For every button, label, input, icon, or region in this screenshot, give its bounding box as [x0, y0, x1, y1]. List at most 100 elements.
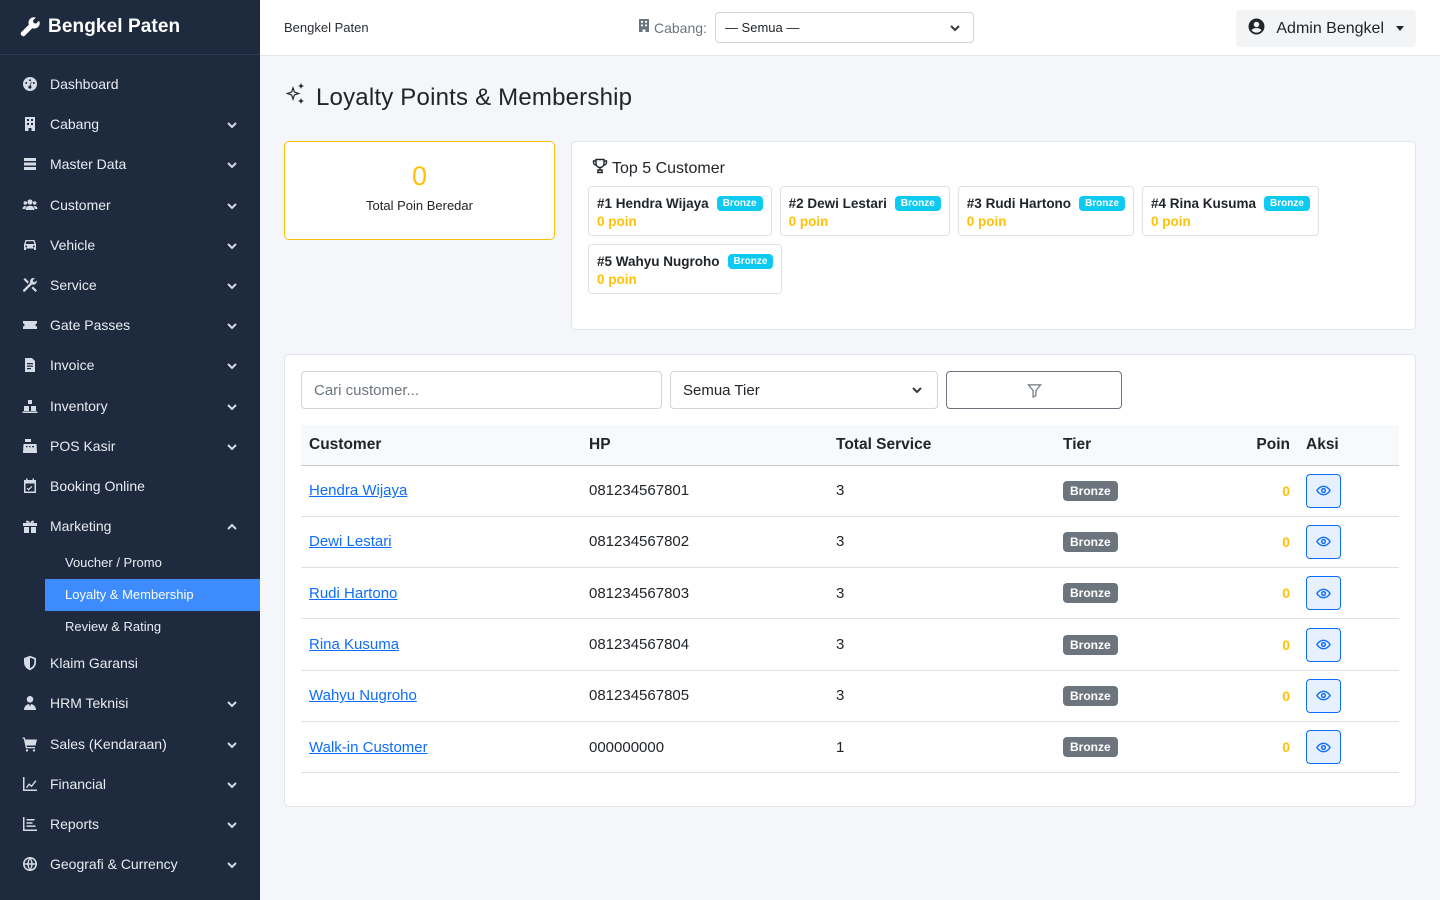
eye-icon [1316, 485, 1331, 496]
top-customers-heading: Top 5 Customer [588, 158, 1399, 179]
tier-select[interactable]: Semua Tier [670, 371, 938, 409]
cell-poin: 0 [1282, 636, 1290, 653]
sidebar-item-geografi-currency[interactable]: Geografi & Currency [0, 844, 260, 884]
tier-badge: Bronze [1063, 531, 1118, 552]
cell-poin: 0 [1282, 585, 1290, 602]
view-button[interactable] [1306, 627, 1341, 662]
cell-total-service: 3 [836, 636, 845, 654]
eye-icon [1316, 537, 1331, 547]
building-icon [22, 116, 38, 132]
sidebar-item-inventory[interactable]: Inventory [0, 386, 260, 426]
cash-register-icon [22, 438, 38, 454]
trophy-icon [592, 158, 608, 179]
top-customer-item[interactable]: #3 Rudi Hartono Bronze 0 poin [957, 186, 1134, 236]
caret-down-icon [1396, 26, 1404, 31]
calendar-icon [22, 478, 38, 494]
cell-hp: 081234567803 [589, 584, 690, 602]
sidebar-item-invoice[interactable]: Invoice [0, 345, 260, 385]
cell-total-service: 3 [836, 584, 845, 602]
car-icon [22, 237, 38, 253]
sidebar-item-customer[interactable]: Customer [0, 185, 260, 225]
customer-link[interactable]: Dewi Lestari [309, 533, 392, 550]
customer-link[interactable]: Rina Kusuma [309, 636, 399, 653]
table-row: Dewi Lestari 081234567802 3 Bronze 0 [301, 516, 1399, 568]
sidebar-item-klaim-garansi[interactable]: Klaim Garansi [0, 643, 260, 683]
customer-link[interactable]: Wahyu Nugroho [309, 687, 417, 704]
top-customer-item[interactable]: #2 Dewi Lestari Bronze 0 poin [779, 186, 950, 236]
sidebar-item-financial[interactable]: Financial [0, 764, 260, 804]
view-button[interactable] [1306, 524, 1341, 559]
search-input[interactable] [301, 371, 662, 409]
chevron-down-icon [226, 697, 238, 709]
branch-label: Cabang: [654, 19, 707, 36]
gift-icon [22, 518, 38, 534]
sidebar-item-vehicle[interactable]: Vehicle [0, 225, 260, 265]
report-icon [22, 816, 38, 832]
chevron-down-icon [226, 440, 238, 452]
chevron-down-icon [226, 199, 238, 211]
filter-button[interactable] [946, 371, 1122, 409]
filter-icon [1026, 383, 1042, 398]
eye-icon [1316, 742, 1331, 753]
chevron-down-icon [226, 738, 238, 750]
sidebar-nav: Dashboard Cabang Master Data Customer Ve… [0, 55, 260, 884]
user-circle-icon [1248, 18, 1265, 40]
top-customer-item[interactable]: #5 Wahyu Nugroho Bronze 0 poin [588, 244, 783, 294]
chevron-down-icon [226, 239, 238, 251]
customer-link[interactable]: Rudi Hartono [309, 585, 397, 602]
sidebar-item-pos-kasir[interactable]: POS Kasir [0, 426, 260, 466]
tier-badge: Bronze [1063, 583, 1118, 604]
topbar-title: Bengkel Paten [284, 20, 369, 35]
customer-link[interactable]: Hendra Wijaya [309, 482, 407, 499]
sidebar-item-cabang[interactable]: Cabang [0, 104, 260, 144]
view-button[interactable] [1306, 576, 1341, 611]
tools-icon [22, 277, 38, 293]
view-button[interactable] [1306, 473, 1341, 508]
top-customer-item[interactable]: #4 Rina Kusuma Bronze 0 poin [1141, 186, 1319, 236]
sidebar-item-service[interactable]: Service [0, 265, 260, 305]
cell-hp: 081234567802 [589, 533, 690, 551]
table-row: Rudi Hartono 081234567803 3 Bronze 0 [301, 568, 1399, 619]
shield-icon [22, 655, 38, 671]
cell-total-service: 1 [836, 738, 845, 756]
branch-select-value: — Semua — [724, 20, 800, 35]
view-button[interactable] [1306, 678, 1341, 713]
table-header-row: Customer HP Total Service Tier Poin Aksi [301, 425, 1399, 465]
top-customer-points: 0 poin [966, 214, 1007, 229]
sidebar-item-booking-online[interactable]: Booking Online [0, 466, 260, 506]
chevron-down-icon [226, 118, 238, 130]
sidebar-item-master-data[interactable]: Master Data [0, 144, 260, 184]
table-row: Wahyu Nugroho 081234567805 3 Bronze 0 [301, 670, 1399, 722]
branch-select[interactable]: — Semua — [714, 12, 974, 43]
sidebar-item-hrm-teknisi[interactable]: HRM Teknisi [0, 683, 260, 723]
cell-hp: 081234567805 [589, 687, 690, 705]
tier-badge: Bronze [1063, 480, 1118, 501]
eye-icon [1316, 588, 1331, 599]
table-row: Hendra Wijaya 081234567801 3 Bronze 0 [301, 465, 1399, 517]
chevron-up-icon [226, 520, 238, 532]
chevron-down-icon [950, 24, 960, 31]
sidebar-item-sales-kendaraan[interactable]: Sales (Kendaraan) [0, 724, 260, 764]
cell-hp: 000000000 [589, 738, 665, 756]
sidebar-subitem-voucher-promo[interactable]: Voucher / Promo [45, 546, 260, 578]
sidebar-subitem-loyalty-membership[interactable]: Loyalty & Membership [45, 578, 260, 611]
top-customer-name: #1 Hendra Wijaya [597, 196, 709, 211]
customer-link[interactable]: Walk-in Customer [309, 739, 428, 756]
sidebar-item-reports[interactable]: Reports [0, 804, 260, 844]
tier-select-value: Semua Tier [683, 381, 760, 399]
line-chart-icon [22, 776, 38, 792]
sidebar-item-gate-passes[interactable]: Gate Passes [0, 305, 260, 345]
view-button[interactable] [1306, 730, 1341, 765]
cell-total-service: 3 [836, 687, 845, 705]
top-customer-name: #5 Wahyu Nugroho [597, 254, 720, 269]
chevron-down-icon [226, 778, 238, 790]
sidebar-subitem-review-rating[interactable]: Review & Rating [45, 611, 260, 643]
top-customer-item[interactable]: #1 Hendra Wijaya Bronze 0 poin [588, 186, 772, 236]
sidebar-item-marketing[interactable]: Marketing [0, 506, 260, 546]
user-menu-button[interactable]: Admin Bengkel [1236, 10, 1416, 47]
brand[interactable]: Bengkel Paten [0, 0, 260, 55]
tier-badge: Bronze [727, 254, 774, 269]
tier-badge: Bronze [1264, 196, 1310, 211]
tier-badge: Bronze [1063, 737, 1118, 758]
sidebar-item-dashboard[interactable]: Dashboard [0, 64, 260, 104]
